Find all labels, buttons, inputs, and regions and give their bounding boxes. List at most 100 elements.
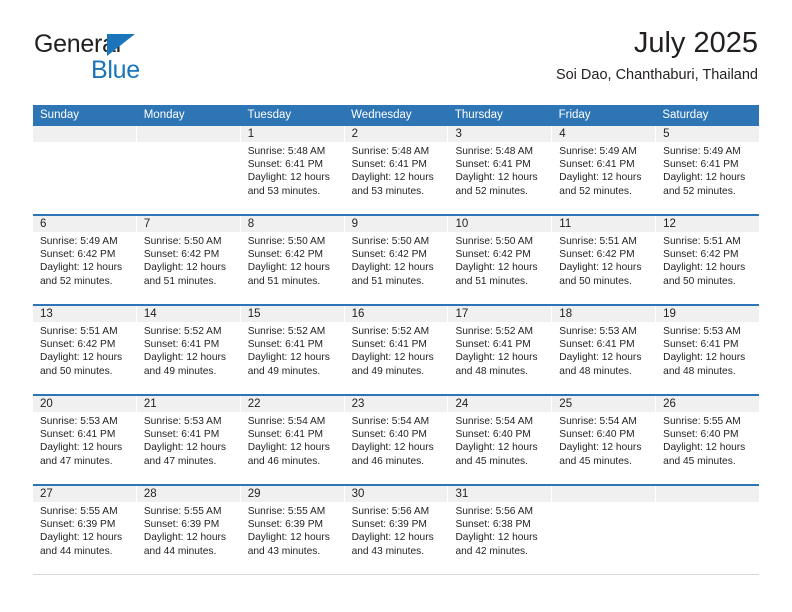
calendar-day-cell[interactable]: 9 Sunrise: 5:50 AM Sunset: 6:42 PM Daylight… — [344, 216, 449, 304]
day-details: Sunrise: 5:55 AM Sunset: 6:39 PM Daylight:… — [33, 502, 136, 558]
day-details: Sunrise: 5:54 AM Sunset: 6:40 PM Daylight:… — [345, 412, 448, 468]
calendar-day-cell[interactable]: 18 Sunrise: 5:53 AM Sunset: 6:41 PM Dayligh… — [552, 306, 657, 394]
sunset-text: Sunset: 6:42 PM — [455, 249, 531, 261]
calendar-day-cell[interactable]: 15 Sunrise: 5:52 AM Sunset: 6:41 PM Dayligh… — [240, 306, 345, 394]
calendar-day-cell[interactable]: 14 Sunrise: 5:52 AM Sunset: 6:41 PM Dayligh… — [136, 306, 241, 394]
sunset-text: Sunset: 6:42 PM — [247, 249, 324, 261]
sunrise-text: Sunrise: 5:50 AM — [143, 236, 222, 247]
calendar-day-cell[interactable]: 11 Sunrise: 5:51 AM Sunset: 6:42 PM Dayligh… — [552, 216, 657, 304]
daylight-text-line2: and 51 minutes. — [351, 275, 425, 287]
sunrise-text: Sunrise: 5:51 AM — [663, 236, 741, 247]
calendar-day-cell[interactable]: 25 Sunrise: 5:54 AM Sunset: 6:40 PM Dayligh… — [552, 396, 657, 484]
sunrise-text: Sunrise: 5:53 AM — [40, 416, 118, 427]
sunrise-text: Sunrise: 5:56 AM — [455, 506, 534, 517]
day-number-band: 23 — [344, 396, 448, 412]
calendar-day-cell[interactable]: 30 Sunrise: 5:56 AM Sunset: 6:39 PM Dayligh… — [344, 486, 449, 574]
daylight-text-line2: and 52 minutes. — [663, 185, 736, 197]
day-number-band: 26 — [656, 396, 760, 412]
calendar-day-cell[interactable]: 27 Sunrise: 5:55 AM Sunset: 6:39 PM Dayligh… — [33, 486, 137, 574]
day-number: 17 — [455, 308, 469, 320]
day-number-band: 4 — [552, 126, 656, 142]
sunset-text: Sunset: 6:39 PM — [351, 519, 427, 531]
calendar-day-cell[interactable]: 24 Sunrise: 5:54 AM Sunset: 6:40 PM Dayligh… — [448, 396, 553, 484]
day-details: Sunrise: 5:51 AM Sunset: 6:42 PM Daylight:… — [552, 232, 655, 288]
day-details: Sunrise: 5:56 AM Sunset: 6:39 PM Daylight:… — [345, 502, 448, 558]
daylight-text-line2: and 50 minutes. — [40, 365, 113, 377]
sunset-text: Sunset: 6:42 PM — [40, 249, 116, 261]
calendar-empty-cell — [33, 126, 137, 214]
daylight-text-line2: and 45 minutes. — [559, 455, 632, 467]
title-block: July 2025 Soi Dao, Chanthaburi, Thailand — [556, 28, 758, 84]
calendar-day-cell[interactable]: 12 Sunrise: 5:51 AM Sunset: 6:42 PM Dayligh… — [656, 216, 760, 304]
day-number-band: 1 — [240, 126, 344, 142]
daylight-text-line2: and 46 minutes. — [247, 455, 321, 467]
daylight-text-line1: Daylight: 12 hours — [247, 352, 330, 364]
sunset-text: Sunset: 6:41 PM — [663, 159, 739, 171]
day-number-band: 6 — [33, 216, 136, 232]
calendar-week-row: 1 Sunrise: 5:48 AM Sunset: 6:41 PM Daylight… — [33, 126, 760, 214]
sunrise-text: Sunrise: 5:50 AM — [455, 236, 534, 247]
sunrise-text: Sunrise: 5:52 AM — [247, 326, 326, 337]
calendar-week-row: 20 Sunrise: 5:53 AM Sunset: 6:41 PM Dayligh… — [33, 394, 760, 484]
calendar-day-cell[interactable]: 17 Sunrise: 5:52 AM Sunset: 6:41 PM Dayligh… — [448, 306, 553, 394]
day-details: Sunrise: 5:48 AM Sunset: 6:41 PM Daylight:… — [241, 142, 344, 198]
sunrise-text: Sunrise: 5:54 AM — [455, 416, 534, 427]
daylight-text-line1: Daylight: 12 hours — [455, 262, 538, 274]
calendar-day-cell[interactable]: 6 Sunrise: 5:49 AM Sunset: 6:42 PM Daylight… — [33, 216, 137, 304]
daylight-text-line2: and 51 minutes. — [455, 275, 528, 287]
calendar-day-cell[interactable]: 23 Sunrise: 5:54 AM Sunset: 6:40 PM Dayligh… — [344, 396, 449, 484]
calendar-day-cell[interactable]: 8 Sunrise: 5:50 AM Sunset: 6:42 PM Daylight… — [240, 216, 345, 304]
day-number: 2 — [351, 128, 358, 140]
day-number: 31 — [455, 488, 469, 500]
calendar-day-cell[interactable]: 16 Sunrise: 5:52 AM Sunset: 6:41 PM Dayligh… — [344, 306, 449, 394]
day-number: 16 — [351, 308, 365, 320]
calendar-day-cell[interactable]: 26 Sunrise: 5:55 AM Sunset: 6:40 PM Dayligh… — [656, 396, 760, 484]
calendar-day-cell[interactable]: 19 Sunrise: 5:53 AM Sunset: 6:41 PM Dayligh… — [656, 306, 760, 394]
daylight-text-line2: and 46 minutes. — [351, 455, 425, 467]
daylight-text-line1: Daylight: 12 hours — [351, 532, 434, 544]
sunrise-text: Sunrise: 5:52 AM — [351, 326, 430, 337]
daylight-text-line1: Daylight: 12 hours — [40, 442, 123, 454]
calendar-day-cell[interactable]: 29 Sunrise: 5:55 AM Sunset: 6:39 PM Dayligh… — [240, 486, 345, 574]
sunset-text: Sunset: 6:41 PM — [143, 429, 220, 441]
daylight-text-line2: and 49 minutes. — [351, 365, 425, 377]
calendar-day-cell[interactable]: 10 Sunrise: 5:50 AM Sunset: 6:42 PM Dayligh… — [448, 216, 553, 304]
daylight-text-line2: and 49 minutes. — [143, 365, 217, 377]
day-number-band: 7 — [136, 216, 240, 232]
calendar-day-cell[interactable]: 5 Sunrise: 5:49 AM Sunset: 6:41 PM Daylight… — [656, 126, 760, 214]
calendar-day-cell[interactable]: 20 Sunrise: 5:53 AM Sunset: 6:41 PM Dayligh… — [33, 396, 137, 484]
calendar-day-cell[interactable]: 2 Sunrise: 5:48 AM Sunset: 6:41 PM Daylight… — [344, 126, 449, 214]
daylight-text-line1: Daylight: 12 hours — [247, 442, 330, 454]
calendar-day-cell[interactable]: 31 Sunrise: 5:56 AM Sunset: 6:38 PM Dayligh… — [448, 486, 553, 574]
day-number-band: 15 — [240, 306, 344, 322]
sunrise-text: Sunrise: 5:52 AM — [455, 326, 534, 337]
daylight-text-line2: and 45 minutes. — [455, 455, 528, 467]
calendar-day-cell[interactable]: 7 Sunrise: 5:50 AM Sunset: 6:42 PM Daylight… — [136, 216, 241, 304]
day-details: Sunrise: 5:55 AM Sunset: 6:39 PM Daylight:… — [137, 502, 240, 558]
calendar-day-cell[interactable]: 21 Sunrise: 5:53 AM Sunset: 6:41 PM Dayligh… — [136, 396, 241, 484]
calendar-day-cell[interactable]: 4 Sunrise: 5:49 AM Sunset: 6:41 PM Daylight… — [552, 126, 657, 214]
sunrise-text: Sunrise: 5:54 AM — [247, 416, 326, 427]
daylight-text-line1: Daylight: 12 hours — [247, 532, 330, 544]
day-details: Sunrise: 5:49 AM Sunset: 6:41 PM Daylight:… — [656, 142, 759, 198]
day-details: Sunrise: 5:53 AM Sunset: 6:41 PM Daylight:… — [552, 322, 655, 378]
calendar-day-cell[interactable]: 13 Sunrise: 5:51 AM Sunset: 6:42 PM Dayligh… — [33, 306, 137, 394]
calendar-day-cell[interactable]: 1 Sunrise: 5:48 AM Sunset: 6:41 PM Daylight… — [240, 126, 345, 214]
page-header: General Blue July 2025 Soi Dao, Chanthab… — [34, 28, 758, 96]
day-number-band: 11 — [552, 216, 656, 232]
sunset-text: Sunset: 6:41 PM — [247, 429, 324, 441]
calendar-day-cell[interactable]: 28 Sunrise: 5:55 AM Sunset: 6:39 PM Dayligh… — [136, 486, 241, 574]
generalblue-logo: General Blue — [34, 32, 224, 90]
sunrise-text: Sunrise: 5:50 AM — [247, 236, 326, 247]
calendar-day-cell[interactable]: 22 Sunrise: 5:54 AM Sunset: 6:41 PM Dayligh… — [240, 396, 345, 484]
weekday-header-friday: Friday — [558, 109, 591, 121]
daylight-text-line1: Daylight: 12 hours — [663, 352, 746, 364]
sunset-text: Sunset: 6:41 PM — [455, 159, 531, 171]
sunset-text: Sunset: 6:42 PM — [40, 339, 116, 351]
calendar-empty-cell — [656, 486, 760, 574]
sunrise-text: Sunrise: 5:55 AM — [40, 506, 118, 517]
daylight-text-line2: and 51 minutes. — [247, 275, 321, 287]
day-number-band — [656, 486, 760, 502]
day-number: 13 — [40, 308, 53, 320]
calendar-day-cell[interactable]: 3 Sunrise: 5:48 AM Sunset: 6:41 PM Daylight… — [448, 126, 553, 214]
